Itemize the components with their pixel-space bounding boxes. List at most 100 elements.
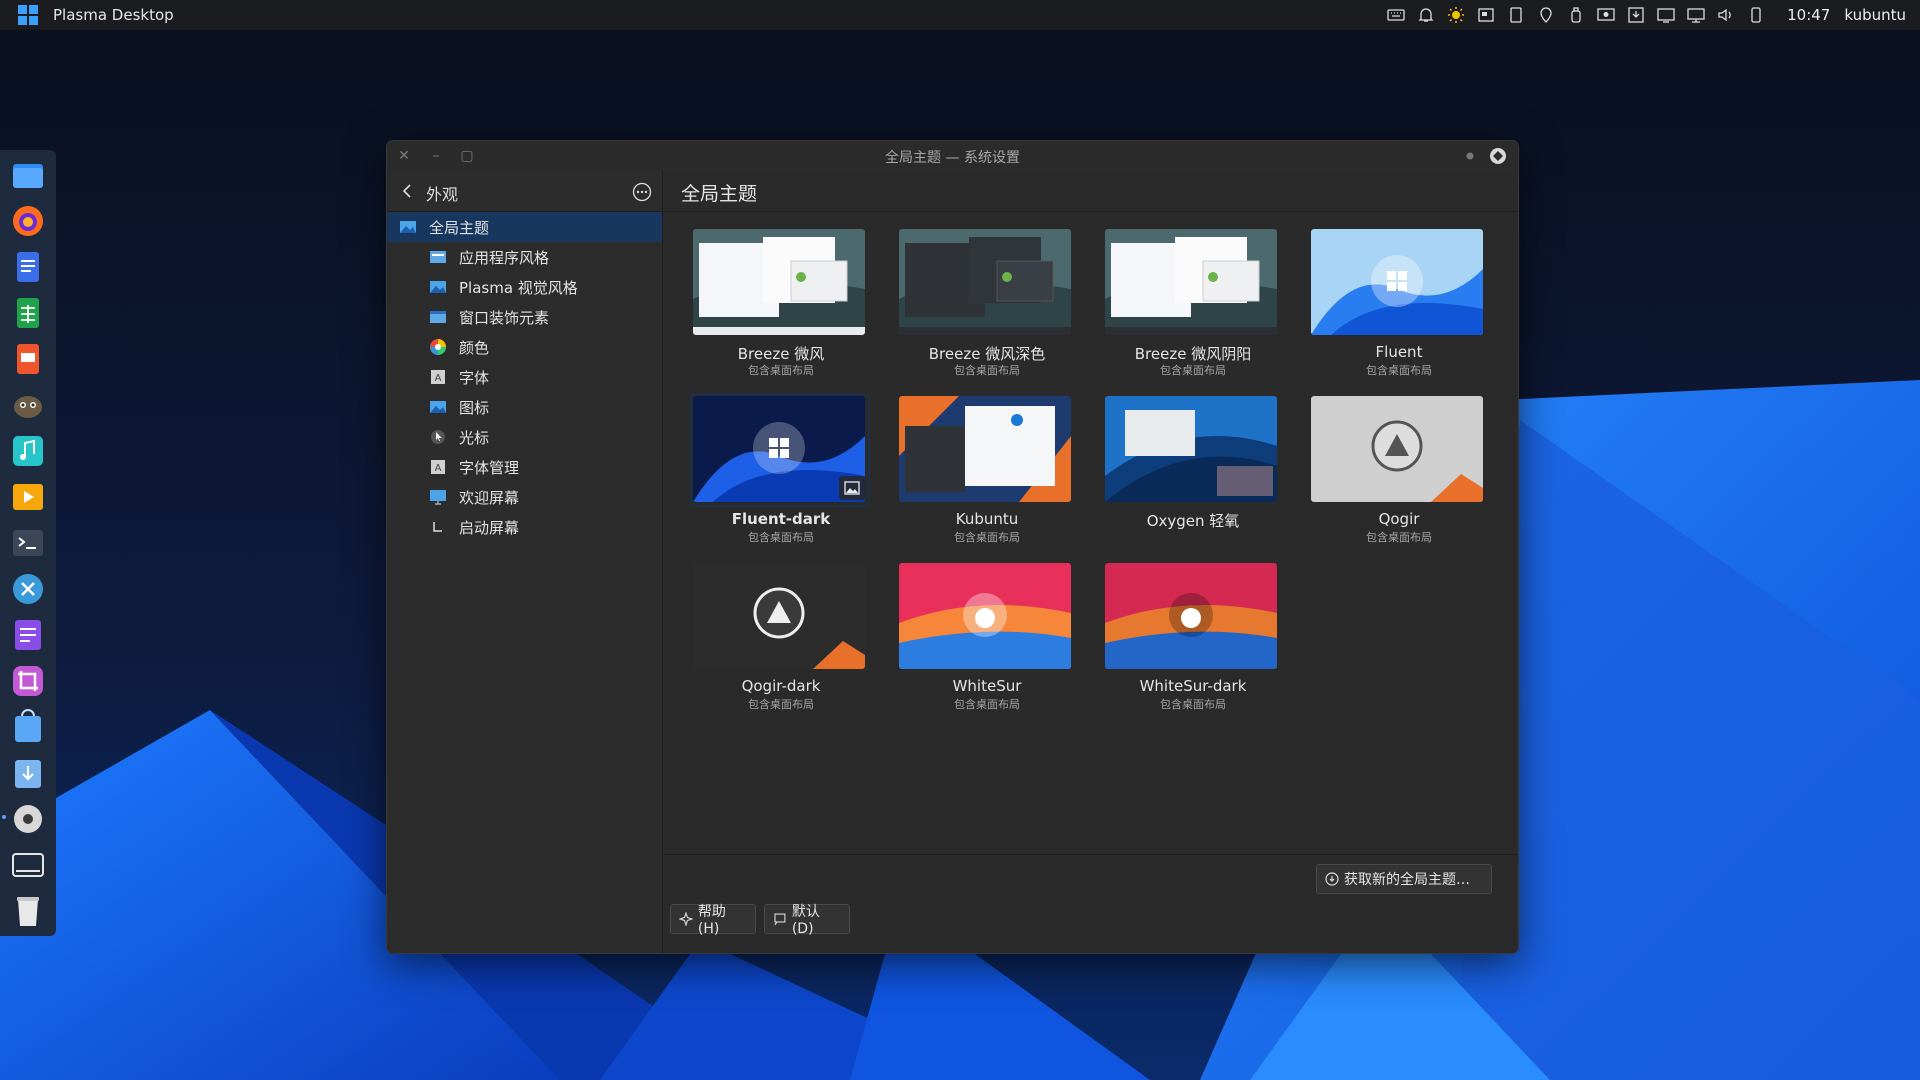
footer-divider	[663, 854, 1518, 855]
sidebar-item-splash-screen[interactable]: 欢迎屏幕	[387, 482, 662, 512]
theme-card-breeze[interactable]: Breeze 微风 包含桌面布局	[678, 219, 884, 383]
store-icon[interactable]	[10, 709, 46, 745]
theme-preview	[1105, 396, 1277, 502]
app-style-icon	[429, 248, 447, 266]
theme-card-breeze-twilight[interactable]: Breeze 微风阴阳 包含桌面布局	[1090, 219, 1296, 383]
screenshot-icon[interactable]	[10, 663, 46, 699]
theme-preview	[693, 563, 865, 669]
theme-card-kubuntu[interactable]: Kubuntu 包含桌面布局	[884, 386, 1090, 550]
color-icon	[429, 338, 447, 356]
theme-name: Breeze 微风深色	[928, 345, 1046, 363]
writer-icon[interactable]	[10, 249, 46, 285]
firefox-icon[interactable]	[10, 203, 46, 239]
gimp-icon[interactable]	[10, 387, 46, 423]
display-config-icon[interactable]	[1651, 0, 1681, 30]
theme-card-fluent[interactable]: Fluent 包含桌面布局	[1296, 219, 1502, 383]
theme-subtitle: 包含桌面布局	[1366, 364, 1432, 377]
app-launcher-icon[interactable]	[17, 4, 39, 26]
sidebar-back-label[interactable]: 外观	[426, 181, 458, 205]
sidebar-item-label: 图标	[459, 398, 490, 417]
system-tray: 10:47 kubuntu	[1381, 0, 1920, 30]
more-options-icon[interactable]	[632, 182, 652, 202]
window-title: 全局主题 — 系统设置	[885, 150, 1020, 166]
sidebar-item-label: 欢迎屏幕	[459, 488, 520, 507]
theme-subtitle: 包含桌面布局	[1160, 698, 1226, 711]
usb-icon[interactable]	[1561, 0, 1591, 30]
theme-name: Breeze 微风	[737, 345, 825, 363]
screen-share-icon[interactable]	[1591, 0, 1621, 30]
svg-text:A: A	[435, 373, 442, 384]
sidebar-item-global-theme[interactable]: 全局主题	[387, 212, 662, 242]
username[interactable]: kubuntu	[1844, 6, 1906, 24]
calc-icon[interactable]	[10, 295, 46, 331]
sidebar: 外观 全局主题 应用程序风格 Plasma 视觉风格 窗口装饰元素 颜色 A 字…	[387, 171, 663, 953]
video-player-icon[interactable]	[10, 479, 46, 515]
clipboard-icon[interactable]	[1471, 0, 1501, 30]
active-indicator	[2, 815, 6, 819]
window-decoration-icon	[429, 308, 447, 326]
volume-icon[interactable]	[1711, 0, 1741, 30]
file-manager-icon[interactable]	[10, 157, 46, 193]
defaults-button[interactable]: 默认(D)	[764, 904, 850, 937]
window-titlebar[interactable]: ✕ – ▢ 全局主题 — 系统设置	[387, 141, 1518, 171]
notification-bell-icon[interactable]	[1411, 0, 1441, 30]
sidebar-item-boot-screen[interactable]: 启动屏幕	[387, 512, 662, 542]
desktop-switcher-icon[interactable]	[10, 847, 46, 883]
impress-icon[interactable]	[10, 341, 46, 377]
sidebar-item-plasma-style[interactable]: Plasma 视觉风格	[387, 272, 662, 302]
music-icon[interactable]	[10, 433, 46, 469]
font-manager-icon: A	[429, 458, 447, 476]
pin-dot-icon[interactable]	[1461, 147, 1479, 165]
help-label: 帮助(H)	[697, 904, 726, 937]
sidebar-item-label: 字体	[459, 368, 490, 387]
sidebar-item-label: 光标	[459, 428, 490, 447]
clock[interactable]: 10:47	[1787, 6, 1830, 24]
back-chevron-icon[interactable]	[399, 182, 417, 200]
sidebar-item-font-management[interactable]: A 字体管理	[387, 452, 662, 482]
theme-preview	[1105, 563, 1277, 669]
window-menu-icon[interactable]	[1489, 147, 1507, 165]
settings-icon[interactable]	[10, 801, 46, 837]
sidebar-item-app-style[interactable]: 应用程序风格	[387, 242, 662, 272]
global-theme-icon	[399, 218, 417, 236]
device-icon[interactable]	[1501, 0, 1531, 30]
dock	[0, 150, 56, 936]
theme-card-qogir[interactable]: Qogir 包含桌面布局	[1296, 386, 1502, 550]
theme-card-fluent-dark[interactable]: Fluent-dark 包含桌面布局	[678, 386, 884, 550]
get-new-themes-button[interactable]: 获取新的全局主题…	[1316, 864, 1492, 894]
terminal-icon[interactable]	[10, 525, 46, 561]
battery-icon[interactable]	[1741, 0, 1771, 30]
theme-preview	[693, 229, 865, 335]
brightness-icon[interactable]	[1441, 0, 1471, 30]
kde-connect-icon[interactable]	[10, 571, 46, 607]
theme-name: Fluent-dark	[731, 510, 831, 528]
download-icon[interactable]	[1621, 0, 1651, 30]
location-pin-icon[interactable]	[1531, 0, 1561, 30]
download-icon	[1325, 872, 1339, 886]
theme-card-whitesur-dark[interactable]: WhiteSur-dark 包含桌面布局	[1090, 553, 1296, 717]
top-panel: Plasma Desktop 10:47 kubuntu	[0, 0, 1920, 30]
theme-name: Fluent	[1375, 343, 1423, 361]
sidebar-item-cursors[interactable]: 光标	[387, 422, 662, 452]
notes-icon[interactable]	[10, 617, 46, 653]
monitor-icon[interactable]	[1681, 0, 1711, 30]
wallpaper-preview-icon[interactable]	[839, 476, 865, 500]
cursor-icon	[429, 428, 447, 446]
theme-card-whitesur[interactable]: WhiteSur 包含桌面布局	[884, 553, 1090, 717]
download-manager-icon[interactable]	[10, 755, 46, 791]
theme-subtitle: 包含桌面布局	[1366, 531, 1432, 544]
sidebar-item-icons[interactable]: 图标	[387, 392, 662, 422]
theme-card-oxygen[interactable]: Oxygen 轻氧	[1090, 386, 1296, 550]
sidebar-item-window-decorations[interactable]: 窗口装饰元素	[387, 302, 662, 332]
page-title: 全局主题	[681, 183, 758, 205]
theme-card-breeze-dark[interactable]: Breeze 微风深色 包含桌面布局	[884, 219, 1090, 383]
trash-icon[interactable]	[10, 893, 46, 929]
sidebar-item-label: Plasma 视觉风格	[459, 278, 578, 297]
theme-subtitle: 包含桌面布局	[954, 531, 1020, 544]
help-button[interactable]: 帮助(H)	[670, 904, 756, 937]
keyboard-icon[interactable]	[1381, 0, 1411, 30]
sidebar-item-fonts[interactable]: A 字体	[387, 362, 662, 392]
theme-preview	[1311, 229, 1483, 335]
theme-card-qogir-dark[interactable]: Qogir-dark 包含桌面布局	[678, 553, 884, 717]
sidebar-item-colors[interactable]: 颜色	[387, 332, 662, 362]
